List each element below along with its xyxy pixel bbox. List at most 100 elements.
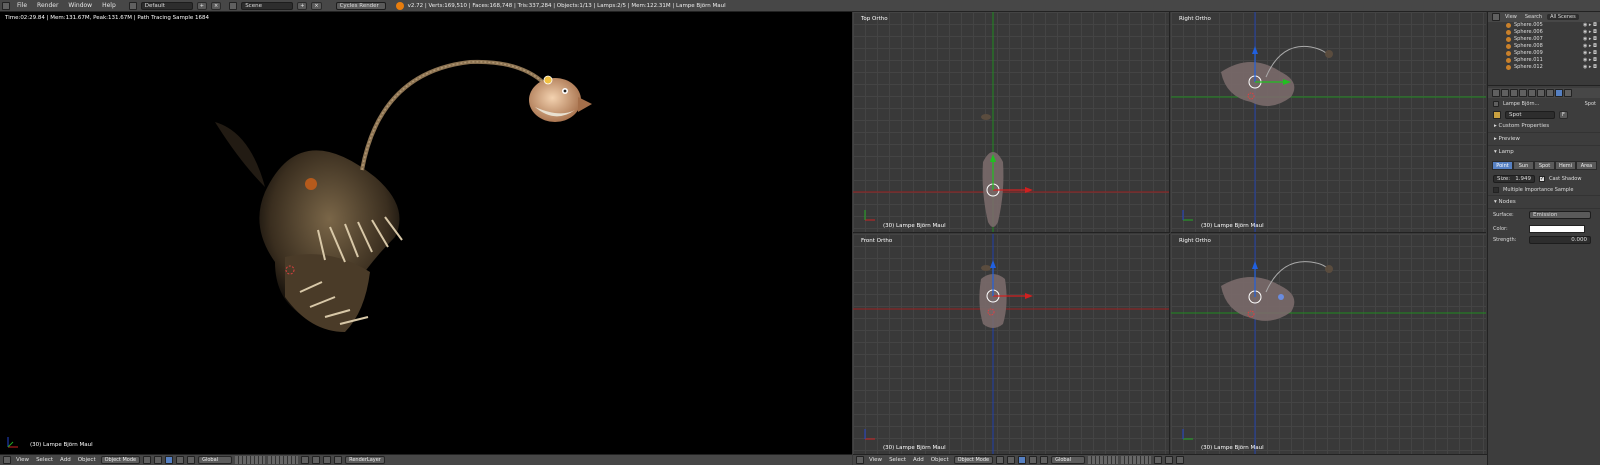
remove-layout-button[interactable]: × [210,1,222,10]
manipulator-icon[interactable] [1018,456,1027,464]
menu-file[interactable]: File [14,2,30,9]
viewport-front-ortho[interactable]: Front Ortho (30) Lampe Björn Maul [853,234,1170,454]
visibility-icons[interactable]: ◉ ▸ ◘ [1583,57,1597,63]
texture-tab-icon[interactable] [1564,89,1572,97]
menu-select[interactable]: Select [887,457,908,463]
menu-render[interactable]: Render [34,2,61,9]
menu-view[interactable]: View [14,457,31,463]
layers-tab-icon[interactable] [1510,89,1518,97]
shading-icon[interactable] [143,456,152,464]
lamp-type-hemi[interactable]: Hemi [1555,161,1576,170]
object-tab-icon[interactable] [1537,89,1545,97]
manipulator-icon[interactable] [165,456,174,464]
lock-icon[interactable] [1154,456,1163,464]
menu-object[interactable]: Object [76,457,98,463]
lock-icon[interactable] [301,456,310,464]
shading-icon[interactable] [996,456,1005,464]
menu-add[interactable]: Add [911,457,926,463]
viewport-right-ortho-upper[interactable]: Right Ortho (30) Lampe Björn Maul [1171,12,1486,233]
constraints-tab-icon[interactable] [1546,89,1554,97]
lamp-type-spot[interactable]: Spot [1534,161,1555,170]
render-engine-select[interactable]: Cycles Render [335,1,386,10]
translate-icon[interactable] [176,456,185,464]
rotate-icon[interactable] [1040,456,1049,464]
list-item[interactable]: Sphere.012 ◉ ▸ ◘ [1488,64,1600,71]
layers-grid-icon[interactable] [235,456,266,464]
pin-icon[interactable] [1493,100,1499,107]
mode-select[interactable]: Object Mode [953,456,994,464]
scene-field[interactable]: Scene [241,1,294,10]
layers-grid-icon-2[interactable] [268,456,299,464]
scene-tab-icon[interactable] [1519,89,1527,97]
mis-checkbox[interactable] [1493,186,1499,193]
lamp-data-icon[interactable] [1493,110,1501,119]
pivot-icon[interactable] [154,456,163,464]
editor-type-icon[interactable] [856,456,864,464]
list-item[interactable]: Sphere.009 ◉ ▸ ◘ [1488,50,1600,57]
outliner-type-icon[interactable] [1492,13,1500,21]
remove-scene-button[interactable]: × [311,1,322,10]
lamp-type-point[interactable]: Point [1492,161,1513,170]
editor-type-icon[interactable] [3,456,11,464]
size-field[interactable]: Size: 1.949 [1493,174,1535,183]
add-scene-button[interactable]: + [297,1,308,10]
screen-layout-field[interactable]: Default [140,1,193,10]
render-layer-select[interactable]: RenderLayer [345,456,386,464]
strength-field[interactable]: 0.000 [1529,235,1591,244]
world-tab-icon[interactable] [1528,89,1536,97]
list-item[interactable]: Sphere.006 ◉ ▸ ◘ [1488,29,1600,36]
datablock-name-field[interactable]: Spot [1505,110,1555,119]
snap-icon[interactable] [1165,456,1174,464]
rendered-viewport[interactable]: Time:02:29.84 | Mem:131.67M, Peak:131.67… [0,12,852,454]
list-item[interactable]: Sphere.008 ◉ ▸ ◘ [1488,43,1600,50]
orientation-select[interactable]: Global [198,456,233,464]
layers-grid-icon[interactable] [1088,456,1119,464]
custom-properties-panel[interactable]: ▸ Custom Properties [1488,120,1600,133]
add-layout-button[interactable]: + [196,1,207,10]
color-swatch[interactable] [1529,224,1585,233]
outliner-display-select[interactable]: All Scenes [1547,14,1579,20]
viewport-right-ortho-lower[interactable]: Right Ortho (30) Lampe Björn Maul [1171,234,1486,454]
rotate-icon[interactable] [187,456,196,464]
preview-panel[interactable]: ▸ Preview [1488,133,1600,146]
list-item[interactable]: Sphere.007 ◉ ▸ ◘ [1488,36,1600,43]
lamp-type-sun[interactable]: Sun [1513,161,1534,170]
menu-help[interactable]: Help [99,2,119,9]
lamp-panel[interactable]: ▾ Lamp [1488,146,1600,158]
list-item[interactable]: Sphere.011 ◉ ▸ ◘ [1488,57,1600,64]
menu-view[interactable]: View [867,457,884,463]
menu-object[interactable]: Object [929,457,951,463]
render-tab-icon[interactable] [1501,89,1509,97]
visibility-icons[interactable]: ◉ ▸ ◘ [1583,29,1597,35]
nodes-panel[interactable]: ▾ Nodes [1488,195,1600,209]
proportional-edit-icon[interactable] [323,456,332,464]
menu-select[interactable]: Select [34,457,55,463]
properties-type-icon[interactable] [1492,89,1500,97]
pivot-icon[interactable] [1007,456,1016,464]
outliner-search-menu[interactable]: Search [1522,14,1545,20]
visibility-icons[interactable]: ◉ ▸ ◘ [1583,36,1597,42]
translate-icon[interactable] [1029,456,1038,464]
data-tab-icon[interactable] [1555,89,1563,97]
scene-icon[interactable] [229,1,238,10]
surface-select[interactable]: Emission [1529,210,1591,219]
fake-user-button[interactable]: F [1559,110,1568,119]
visibility-icons[interactable]: ◉ ▸ ◘ [1583,43,1597,49]
orientation-select[interactable]: Global [1051,456,1086,464]
visibility-icons[interactable]: ◉ ▸ ◘ [1583,22,1597,28]
proportional-edit-icon[interactable] [1176,456,1185,464]
menu-window[interactable]: Window [65,2,95,9]
visibility-icons[interactable]: ◉ ▸ ◘ [1583,50,1597,56]
editor-type-icon[interactable] [2,1,10,10]
list-item[interactable]: Sphere.005 ◉ ▸ ◘ [1488,22,1600,29]
lamp-type-area[interactable]: Area [1576,161,1597,170]
mode-select[interactable]: Object Mode [100,456,141,464]
layers-grid-icon-2[interactable] [1121,456,1152,464]
menu-add[interactable]: Add [58,457,73,463]
viewport-top-ortho[interactable]: Top Ortho (30) Lampe Björn Maul [853,12,1170,233]
outliner-view-menu[interactable]: View [1502,14,1520,20]
screen-layout-icon[interactable] [128,1,137,10]
snap-icon[interactable] [312,456,321,464]
visibility-icons[interactable]: ◉ ▸ ◘ [1583,64,1597,70]
cast-shadow-checkbox[interactable]: ✓ [1539,175,1545,182]
